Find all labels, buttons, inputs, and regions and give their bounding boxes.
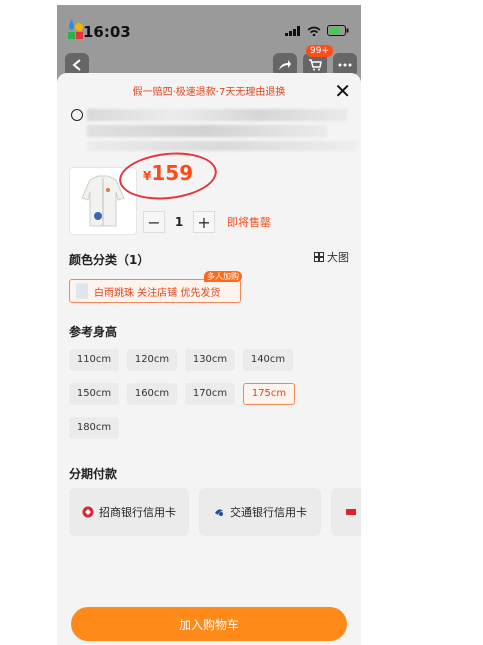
share-icon xyxy=(279,60,291,70)
phone-screen: 16:03 99+ 假一赔四·极速退款·7天无理由退换 ✕ ¥159 − 1 +… xyxy=(57,5,361,645)
size-option-selected[interactable]: 175cm xyxy=(243,383,295,405)
color-option-thumbnail xyxy=(76,283,88,299)
size-option[interactable]: 110cm xyxy=(69,349,119,371)
blurred-address xyxy=(87,109,347,121)
battery-icon xyxy=(327,25,349,36)
increase-button[interactable]: + xyxy=(193,211,215,233)
blurred-address-line xyxy=(87,125,327,137)
color-section-title: 颜色分类（1） xyxy=(69,253,150,267)
popular-tag: 多人加购 xyxy=(204,271,242,282)
bocom-bank-icon xyxy=(215,509,223,516)
size-option[interactable]: 170cm xyxy=(185,383,235,405)
size-option[interactable]: 140cm xyxy=(243,349,293,371)
cmb-bank-icon xyxy=(82,506,94,518)
size-option[interactable]: 160cm xyxy=(127,383,177,405)
back-icon xyxy=(72,59,81,71)
color-option[interactable]: 白雨跳珠 关注店铺 优先发货 多人加购 xyxy=(69,271,242,303)
bank-option-more[interactable] xyxy=(331,488,361,536)
size-option[interactable]: 150cm xyxy=(69,383,119,405)
bank-option-bocom[interactable]: 交通银行信用卡 xyxy=(199,488,321,536)
big-image-toggle[interactable]: 大图 xyxy=(314,249,349,265)
cart-icon xyxy=(309,59,322,71)
color-option-label: 白雨跳珠 关注店铺 优先发货 xyxy=(94,287,221,299)
close-button[interactable]: ✕ xyxy=(334,79,351,103)
promo-banner: 假一赔四·极速退款·7天无理由退换 xyxy=(132,87,286,98)
quantity-stepper: − 1 + 即将售罄 xyxy=(143,211,271,233)
size-option[interactable]: 130cm xyxy=(185,349,235,371)
more-icon xyxy=(338,63,352,67)
grid-icon xyxy=(314,252,324,262)
blurred-address-line xyxy=(87,141,357,151)
height-section-title: 参考身高 xyxy=(69,325,118,339)
add-to-cart-button[interactable]: 加入购物车 xyxy=(71,607,347,641)
location-icon xyxy=(71,109,83,121)
status-time: 16:03 xyxy=(83,23,131,41)
price-value: 159 xyxy=(151,161,194,185)
size-option[interactable]: 120cm xyxy=(127,349,177,371)
bank-icon xyxy=(346,509,356,515)
bank-label: 交通银行信用卡 xyxy=(230,506,307,519)
status-icons xyxy=(285,25,349,36)
sku-selection-sheet: 假一赔四·极速退款·7天无理由退换 ✕ ¥159 − 1 + 即将售罄 颜色分类… xyxy=(57,73,361,645)
installment-options: 招商银行信用卡 交通银行信用卡 xyxy=(69,488,361,538)
installment-section-title: 分期付款 xyxy=(69,467,118,481)
price: ¥159 xyxy=(143,161,193,185)
wifi-icon xyxy=(307,26,321,36)
bank-label: 招商银行信用卡 xyxy=(99,506,176,519)
stock-status: 即将售罄 xyxy=(227,216,271,229)
signal-icon xyxy=(285,25,300,36)
quantity-value[interactable]: 1 xyxy=(165,215,193,229)
decrease-button[interactable]: − xyxy=(143,211,165,233)
big-image-label: 大图 xyxy=(327,251,349,264)
bank-option-cmb[interactable]: 招商银行信用卡 xyxy=(69,488,189,536)
size-option[interactable]: 180cm xyxy=(69,417,119,439)
cart-count-badge: 99+ xyxy=(306,45,333,57)
